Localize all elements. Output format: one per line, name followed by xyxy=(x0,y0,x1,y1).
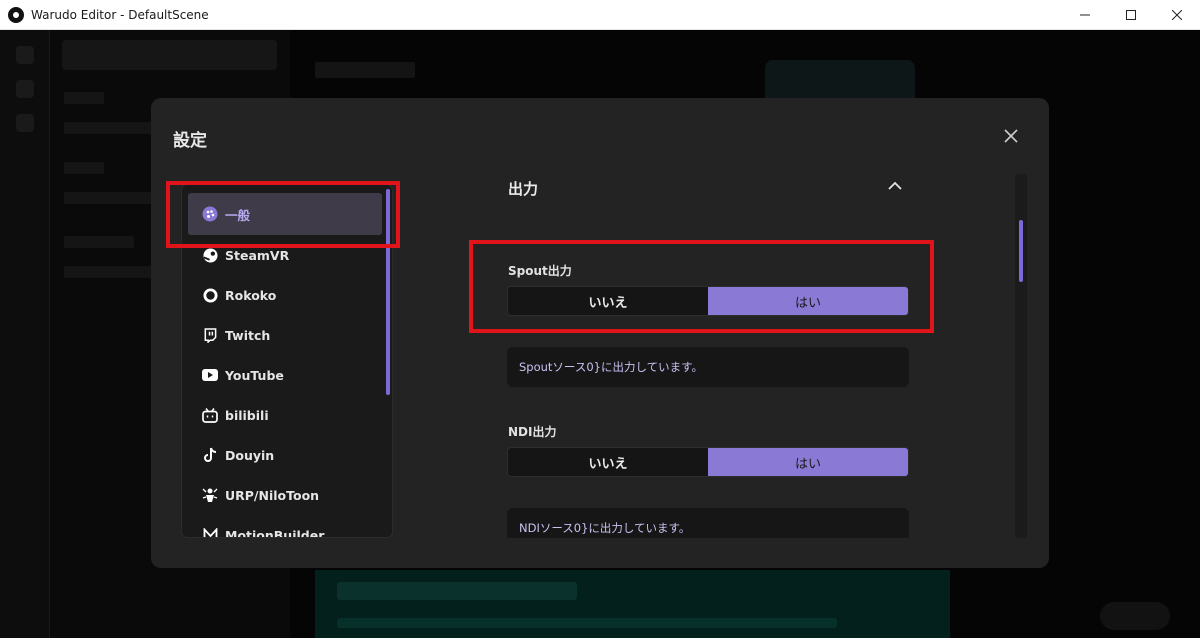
close-window-button[interactable] xyxy=(1154,0,1200,30)
sidebar-item-label: SteamVR xyxy=(225,247,290,263)
ndi-no-option[interactable]: いいえ xyxy=(508,448,708,476)
sidebar-item-label: Douyin xyxy=(225,447,275,463)
motionbuilder-icon xyxy=(202,527,218,537)
ndi-yes-option[interactable]: はい xyxy=(708,448,908,476)
youtube-icon xyxy=(202,367,218,383)
app-icon xyxy=(8,6,24,23)
window-title: Warudo Editor - DefaultScene xyxy=(31,7,209,22)
settings-dialog: 設定 一般 SteamVR Rokoko Twitch YouTube bili… xyxy=(151,98,1049,568)
nilotoon-icon xyxy=(202,487,218,503)
sidebar-item-label: Twitch xyxy=(225,327,271,343)
sidebar-item-urp-nilotoon[interactable]: URP/NiloToon xyxy=(182,475,382,515)
highlight-general-tab xyxy=(166,181,400,248)
content-scrollbar-track[interactable] xyxy=(1015,174,1027,538)
sidebar-item-label: bilibili xyxy=(225,407,269,423)
chevron-up-icon[interactable] xyxy=(885,176,905,196)
ndi-status-message: NDIソース0}に出力しています。 xyxy=(507,508,909,538)
dialog-title: 設定 xyxy=(173,131,207,151)
close-icon xyxy=(1004,129,1018,143)
sidebar-item-bilibili[interactable]: bilibili xyxy=(182,395,382,435)
maximize-icon xyxy=(1126,10,1136,20)
bilibili-icon xyxy=(202,407,218,423)
sidebar-item-rokoko[interactable]: Rokoko xyxy=(182,275,382,315)
sidebar-item-twitch[interactable]: Twitch xyxy=(182,315,382,355)
close-icon xyxy=(1172,10,1182,20)
twitch-icon xyxy=(202,327,218,343)
dialog-close-button[interactable] xyxy=(1001,126,1021,146)
highlight-spout-output xyxy=(469,240,934,333)
sidebar-item-youtube[interactable]: YouTube xyxy=(182,355,382,395)
spout-status-message: Spoutソース0}に出力しています。 xyxy=(507,347,909,387)
window-controls xyxy=(1062,0,1200,30)
section-title-output: 出力 xyxy=(508,180,539,198)
minimize-button[interactable] xyxy=(1062,0,1108,30)
tiktok-icon xyxy=(202,447,218,463)
sidebar-item-label: YouTube xyxy=(225,367,284,383)
rokoko-icon xyxy=(202,287,218,303)
help-button xyxy=(1100,602,1170,630)
steam-icon xyxy=(202,247,218,263)
window-titlebar: Warudo Editor - DefaultScene xyxy=(0,0,1200,30)
settings-content: 出力 Spout出力 いいえ はい Spoutソース0}に出力しています。 ND… xyxy=(471,168,1001,538)
sidebar-item-label: URP/NiloToon xyxy=(225,487,320,503)
sidebar-item-label: Rokoko xyxy=(225,287,277,303)
sidebar-item-motionbuilder[interactable]: MotionBuilder xyxy=(182,515,382,538)
content-scrollbar-thumb[interactable] xyxy=(1019,220,1023,282)
minimize-icon xyxy=(1080,14,1090,16)
sidebar-item-douyin[interactable]: Douyin xyxy=(182,435,382,475)
background-heading xyxy=(315,62,415,78)
ndi-output-label: NDI出力 xyxy=(508,425,557,439)
sidebar-item-label: MotionBuilder xyxy=(225,527,325,538)
ndi-output-toggle: いいえ はい xyxy=(507,447,909,477)
activity-bar xyxy=(0,30,50,638)
maximize-button[interactable] xyxy=(1108,0,1154,30)
community-banner xyxy=(315,570,950,638)
